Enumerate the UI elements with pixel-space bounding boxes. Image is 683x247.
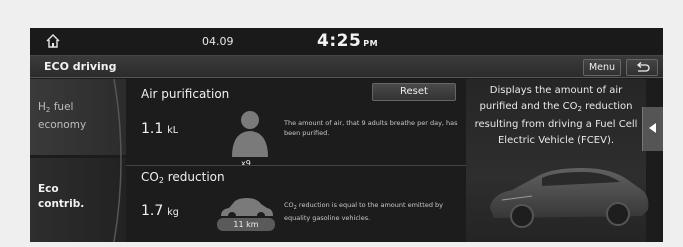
info-line-4: Electric Vehicle (FCEV). <box>497 135 615 146</box>
page-title: ECO driving <box>44 60 117 73</box>
co2-reduction-description: CO2 reduction is equal to the amount emi… <box>284 200 464 223</box>
home-icon[interactable] <box>44 32 62 50</box>
status-bar: 04.09 4:25 PM <box>30 28 663 55</box>
person-icon <box>232 111 268 157</box>
collapse-panel-tab[interactable] <box>642 107 663 151</box>
co2-reduction-title: CO2 reduction <box>141 170 225 185</box>
air-value-unit: kL <box>167 125 179 136</box>
info-panel-text: Displays the amount of air purified and … <box>467 83 645 149</box>
air-purification-value: 1.1 kL <box>141 121 178 137</box>
info-line-1: Displays the amount of air <box>489 85 623 96</box>
label-prefix: H <box>38 101 46 113</box>
sidebar-item-label: Eco <box>38 183 59 195</box>
person-count-badge: x9 <box>241 159 251 168</box>
infotainment-screen: 04.09 4:25 PM ECO driving Menu H2 fuel ec… <box>30 28 663 242</box>
clock: 4:25 PM <box>317 31 378 51</box>
time-display: 4:25 <box>317 31 362 51</box>
co2-reduction-value: 1.7 kg <box>141 203 179 219</box>
sidebar-item-label-line2: contrib. <box>38 198 85 210</box>
desc-prefix: CO <box>284 201 294 209</box>
label-suffix: fuel <box>50 101 74 113</box>
page-frame: 04.09 4:25 PM ECO driving Menu H2 fuel ec… <box>0 0 683 247</box>
title-prefix: CO <box>141 170 159 184</box>
ampm-indicator: PM <box>363 39 379 48</box>
air-purification-description: The amount of air, that 9 adults breathe… <box>284 119 458 137</box>
air-purification-title: Air purification <box>141 87 230 101</box>
info-line-2-prefix: purified and the CO <box>479 101 578 112</box>
title-suffix: reduction <box>163 170 225 184</box>
distance-badge: 11 km <box>217 218 275 231</box>
fcev-car-image <box>490 168 649 228</box>
back-arrow-icon <box>636 62 650 72</box>
sidebar-arc-divider <box>113 79 122 242</box>
info-line-3: resulting from driving a Fuel Cell <box>474 119 638 130</box>
sidebar-item-label: H2 fuel <box>38 101 74 114</box>
sidebar-item-label-line2: economy <box>38 119 87 131</box>
reset-button[interactable]: Reset <box>372 83 456 101</box>
menu-button[interactable]: Menu <box>583 59 621 76</box>
chevron-left-icon <box>649 123 656 133</box>
co2-value-unit: kg <box>167 207 179 218</box>
date-display: 04.09 <box>202 35 234 48</box>
title-bar: ECO driving Menu <box>30 55 663 78</box>
info-line-2: purified and the CO2 reduction <box>479 101 633 113</box>
air-value-number: 1.1 <box>141 121 164 137</box>
co2-value-number: 1.7 <box>141 203 164 219</box>
back-button[interactable] <box>626 59 658 76</box>
desc-suffix: reduction is equal to the amount emitted… <box>284 201 444 222</box>
info-line-2-suffix: reduction <box>581 101 633 112</box>
section-divider <box>126 165 466 166</box>
